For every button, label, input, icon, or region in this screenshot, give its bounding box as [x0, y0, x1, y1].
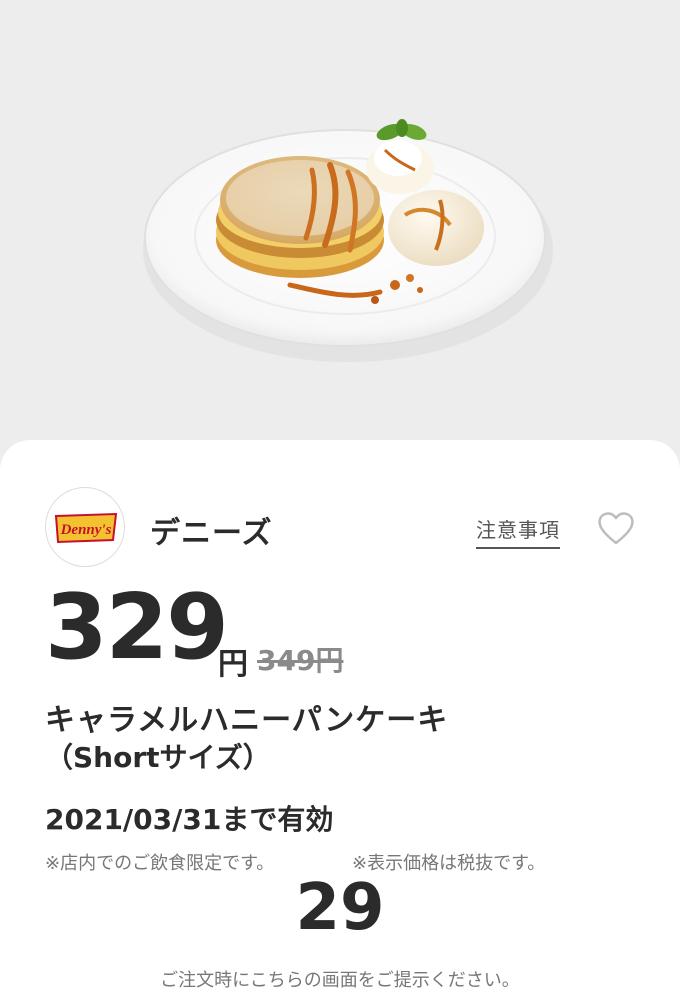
- coupon-card: Denny's デニーズ 注意事項 329 円 349円 キャラメルハニーパンケ…: [0, 440, 680, 1000]
- notes-link[interactable]: 注意事項: [476, 514, 560, 549]
- logo-text: Denny's: [60, 522, 112, 538]
- product-image: [0, 0, 680, 470]
- favorite-button[interactable]: [596, 510, 636, 546]
- pancake-plate-illustration: [143, 119, 553, 362]
- price-yen-unit: 円: [218, 647, 248, 682]
- note-dine-in: ※店内でのご飲食限定です。: [45, 853, 275, 874]
- brand-name: デニーズ: [150, 516, 273, 551]
- heart-outline-icon: [598, 512, 634, 545]
- product-title: キャラメルハニーパンケーキ: [45, 703, 449, 738]
- instruction-text: ご注文時にこちらの画面をご提示ください。: [160, 970, 520, 991]
- coupon-code: 29: [295, 871, 385, 945]
- valid-until: 2021/03/31まで有効: [45, 803, 334, 836]
- brand-logo[interactable]: Denny's: [45, 487, 125, 567]
- dennys-logo-icon: Denny's: [54, 512, 118, 544]
- original-price: 349円: [257, 644, 344, 677]
- coupon-price: 329: [45, 575, 229, 680]
- product-size: （Shortサイズ）: [45, 741, 271, 774]
- brand-row: Denny's デニーズ 注意事項: [0, 440, 680, 570]
